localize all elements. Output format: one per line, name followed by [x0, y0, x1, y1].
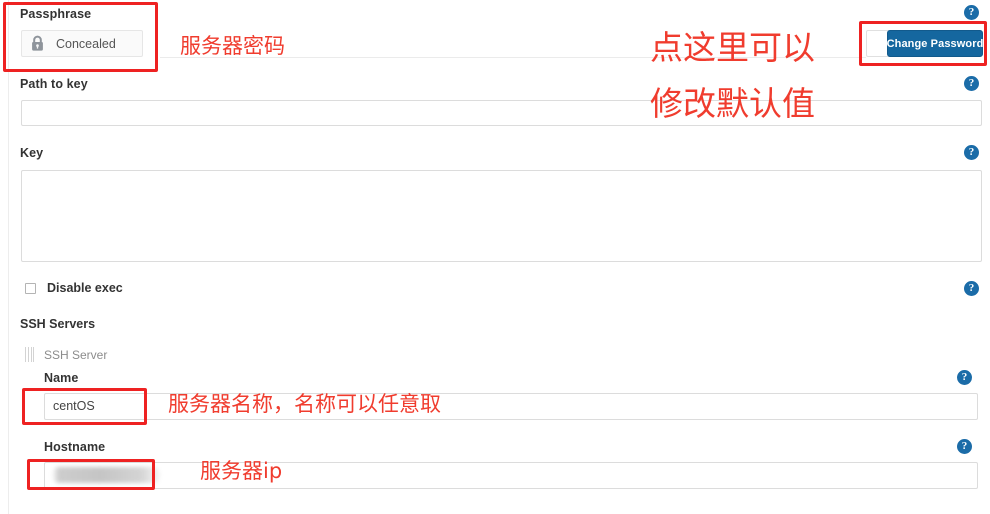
- disable-exec-checkbox-row[interactable]: Disable exec: [25, 281, 123, 295]
- passphrase-concealed-field[interactable]: Concealed: [21, 30, 143, 57]
- drag-handle-icon[interactable]: [25, 347, 34, 362]
- help-icon-path-to-key[interactable]: ?: [964, 76, 979, 91]
- help-icon-passphrase[interactable]: ?: [964, 5, 979, 20]
- change-password-button[interactable]: Change Password: [887, 30, 983, 57]
- disable-exec-label: Disable exec: [47, 281, 123, 295]
- passphrase-value: Concealed: [56, 36, 116, 51]
- annotation-text-hostname: 服务器ip: [200, 459, 283, 483]
- hostname-redaction: [52, 467, 160, 483]
- annotation-text-change-password-line2: 修改默认值: [650, 84, 815, 123]
- ssh-server-name-label: Name: [44, 371, 79, 385]
- help-icon-ssh-server-name[interactable]: ?: [957, 370, 972, 385]
- path-to-key-input[interactable]: [21, 100, 982, 126]
- ssh-servers-section-title: SSH Servers: [20, 317, 96, 331]
- path-to-key-label: Path to key: [20, 77, 88, 91]
- settings-form-screenshot: Passphrase Concealed Change Password ? P…: [0, 0, 990, 514]
- ssh-server-item-label: SSH Server: [44, 347, 108, 362]
- annotation-text-name: 服务器名称，名称可以任意取: [168, 392, 441, 416]
- passphrase-label: Passphrase: [20, 7, 92, 21]
- disable-exec-checkbox[interactable]: [25, 282, 36, 294]
- lock-icon: [30, 35, 45, 52]
- help-icon-ssh-server-hostname[interactable]: ?: [957, 439, 972, 454]
- annotation-text-passphrase: 服务器密码: [180, 34, 285, 58]
- key-textarea[interactable]: [21, 170, 982, 262]
- ssh-server-hostname-input[interactable]: [44, 462, 978, 489]
- help-icon-key[interactable]: ?: [964, 145, 979, 160]
- ssh-server-hostname-label: Hostname: [44, 440, 106, 454]
- annotation-text-change-password-line1: 点这里可以: [650, 28, 815, 67]
- help-icon-disable-exec[interactable]: ?: [964, 281, 979, 296]
- key-label: Key: [20, 146, 44, 160]
- ssh-server-item[interactable]: SSH Server: [25, 347, 107, 362]
- form-left-rule: [8, 0, 9, 514]
